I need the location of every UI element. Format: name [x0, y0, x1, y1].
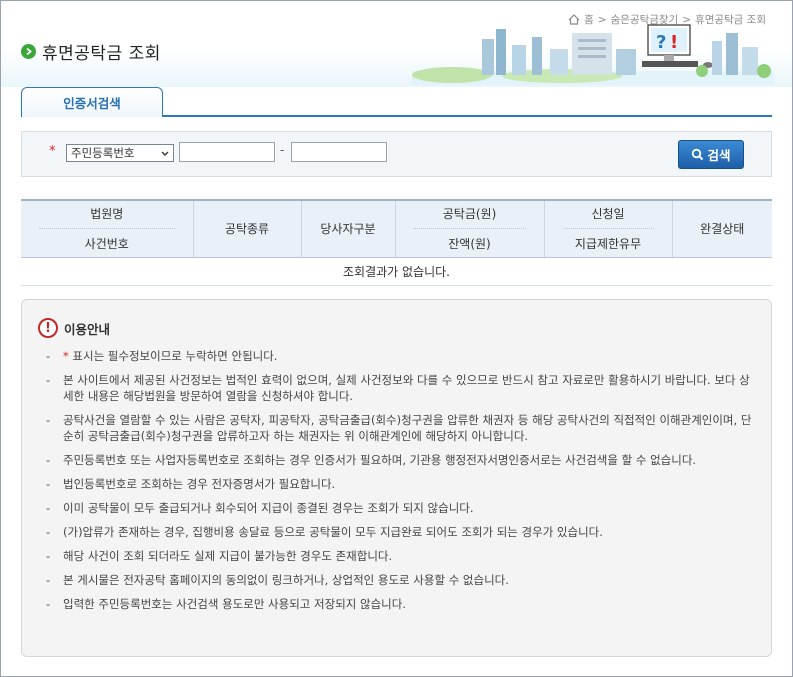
list-item: 입력한 주민등록번호는 사건검색 용도로만 사용되고 저장되지 않습니다.	[46, 596, 758, 612]
notice-header: ! 이용안내	[38, 318, 110, 338]
header-request-date: 신청일	[562, 205, 654, 230]
tab-bar: 인증서검색	[21, 87, 772, 117]
page-title-group: 휴면공탁금 조회	[21, 39, 161, 64]
header-deposit-type: 공탁종류	[193, 199, 302, 258]
tab-certificate-search[interactable]: 인증서검색	[21, 87, 163, 117]
empty-result-message: 조회결과가 없습니다.	[21, 257, 772, 286]
results-table: 법원명 사건번호 공탁종류 당사자구분 공탁금(원) 잔액(원) 신청일 지급제…	[21, 199, 772, 286]
list-item: 해당 사건이 조회 되더라도 실제 지급이 불가능한 경우도 존재합니다.	[46, 548, 758, 564]
id-type-select[interactable]: 주민등록번호	[66, 144, 174, 162]
chevron-down-icon	[161, 151, 169, 156]
page-title: 휴면공탁금 조회	[42, 44, 161, 64]
list-item: 본 사이트에서 제공된 사건정보는 법적인 효력이 없으며, 실제 사건정보와 …	[46, 372, 758, 404]
table-header-row: 법원명 사건번호 공탁종류 당사자구분 공탁금(원) 잔액(원) 신청일 지급제…	[21, 199, 772, 258]
search-button-label: 검색	[707, 148, 731, 163]
header-amount: 공탁금(원)	[413, 205, 526, 230]
svg-text:!: !	[670, 32, 678, 53]
table-row: 조회결과가 없습니다.	[21, 257, 772, 286]
id-separator: -	[280, 143, 285, 157]
header-case-number: 사건번호	[84, 237, 129, 252]
header-amount-balance: 공탁금(원) 잔액(원)	[395, 199, 545, 258]
search-button[interactable]: 검색	[678, 140, 744, 169]
header-party-type: 당사자구분	[301, 199, 396, 258]
usage-notice-box: ! 이용안내 * 표시는 필수정보이므로 누락하면 안됩니다. 본 사이트에서 …	[21, 299, 772, 657]
header-balance: 잔액(원)	[448, 237, 491, 252]
list-item: 법인등록번호로 조회하는 경우 전자증명서가 필요합니다.	[46, 476, 758, 492]
dormant-deposit-lookup-page: 홈 > 숨은공탁금찾기 > 휴면공탁금 조회 휴면공탁금 조회 ? ! 인증서검…	[0, 0, 793, 677]
list-item: 공탁사건을 열람할 수 있는 사람은 공탁자, 피공탁자, 공탁금출급(회수)청…	[46, 412, 758, 444]
arrow-circle-icon	[21, 44, 36, 59]
search-panel: * 주민등록번호 - 검색	[21, 131, 772, 177]
header-court-case: 법원명 사건번호	[21, 199, 194, 258]
header-court: 법원명	[39, 205, 175, 230]
list-item: * 표시는 필수정보이므로 누락하면 안됩니다.	[46, 348, 758, 364]
id-type-selected: 주민등록번호	[71, 146, 135, 160]
list-item: 주민등록번호 또는 사업자등록번호로 조회하는 경우 인증서가 필요하며, 기관…	[46, 452, 758, 468]
notice-text: 표시는 필수정보이므로 누락하면 안됩니다.	[72, 349, 278, 363]
notice-title: 이용안내	[64, 321, 111, 337]
list-item: 이미 공탁물이 모두 출급되거나 회수되어 지급이 종결된 경우는 조회가 되지…	[46, 500, 758, 516]
required-star: *	[63, 349, 69, 363]
header-payment-limit: 지급제한유무	[574, 237, 642, 252]
exclamation-icon: !	[38, 318, 58, 338]
header-status: 완결상태	[672, 199, 772, 258]
magnifier-icon	[692, 148, 704, 161]
list-item: 본 게시물은 전자공탁 홈페이지의 동의없이 링크하거나, 상업적인 용도로 사…	[46, 572, 758, 588]
header-date-limit: 신청일 지급제한유무	[544, 199, 673, 258]
svg-text:?: ?	[656, 32, 666, 53]
notice-list: * 표시는 필수정보이므로 누락하면 안됩니다. 본 사이트에서 제공된 사건정…	[46, 348, 758, 620]
id-number-first-field[interactable]	[179, 142, 275, 162]
id-number-second-field[interactable]	[291, 142, 387, 162]
required-mark: *	[49, 144, 56, 159]
list-item: (가)압류가 존재하는 경우, 집행비용 송달료 등으로 공탁물이 모두 지급완…	[46, 524, 758, 540]
page-header: 홈 > 숨은공탁금찾기 > 휴면공탁금 조회 휴면공탁금 조회 ? !	[1, 1, 792, 87]
city-skyline-illustration: ? !	[412, 24, 774, 85]
